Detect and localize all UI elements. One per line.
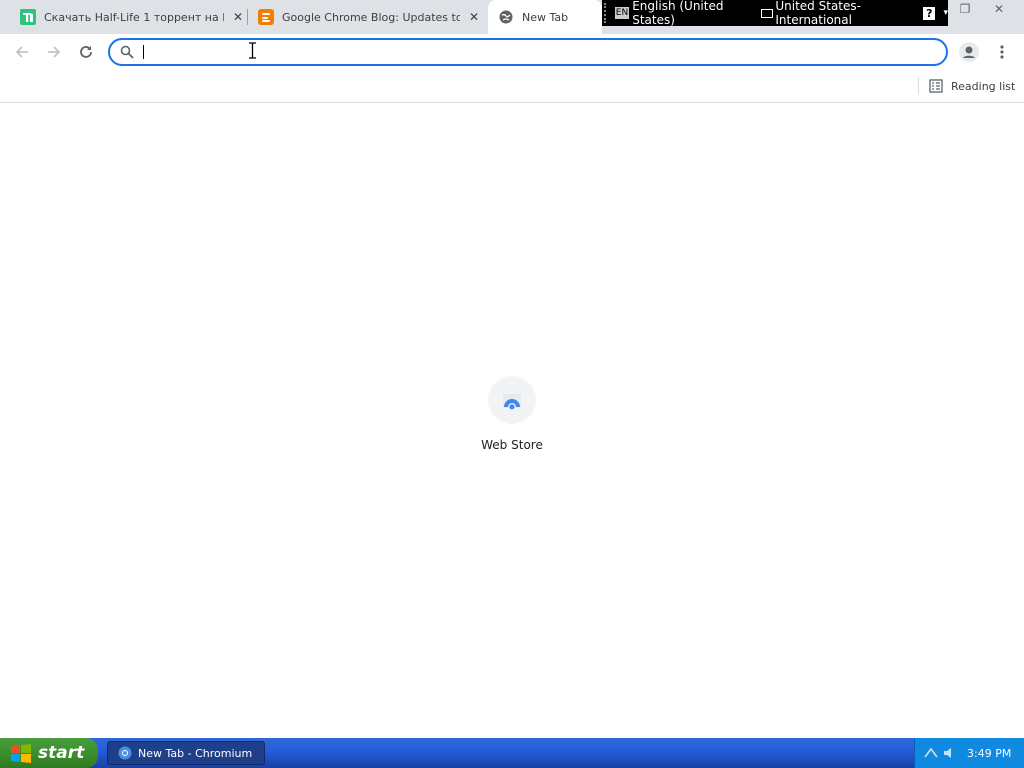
forward-arrow-icon bbox=[48, 46, 61, 58]
system-tray: 3:49 PM bbox=[914, 738, 1024, 768]
reading-list-button[interactable]: Reading list bbox=[918, 76, 1015, 96]
close-tab-icon[interactable]: ✕ bbox=[230, 9, 246, 25]
reading-list-label: Reading list bbox=[951, 79, 1016, 93]
shortcut-icon-circle bbox=[488, 376, 536, 424]
grip-icon bbox=[604, 3, 613, 23]
shortcut-label: Web Store bbox=[481, 438, 543, 452]
start-label: start bbox=[38, 743, 85, 763]
tab-separator bbox=[247, 9, 248, 25]
torrent-favicon-icon: T bbox=[20, 9, 36, 25]
tab-strip: T Скачать Half-Life 1 торрент на ПК ✕ Go… bbox=[0, 0, 1024, 34]
forward-button[interactable] bbox=[40, 38, 68, 66]
omnibox-input[interactable] bbox=[142, 42, 932, 62]
tab-1[interactable]: Google Chrome Blog: Updates to Ch ✕ bbox=[252, 0, 482, 34]
tab-0[interactable]: T Скачать Half-Life 1 торрент на ПК ✕ bbox=[14, 0, 246, 34]
web-store-icon bbox=[503, 394, 521, 410]
help-icon[interactable]: ? bbox=[923, 6, 936, 20]
search-icon bbox=[120, 45, 134, 59]
network-icon[interactable] bbox=[923, 745, 939, 761]
volume-icon[interactable] bbox=[941, 745, 957, 761]
close-window-icon[interactable]: ✕ bbox=[982, 0, 1016, 18]
profile-button[interactable] bbox=[955, 38, 983, 66]
avatar-icon bbox=[959, 42, 979, 62]
text-cursor-icon bbox=[249, 42, 256, 59]
blogger-favicon-icon bbox=[258, 9, 274, 25]
chromium-icon bbox=[118, 746, 132, 760]
kebab-menu-icon bbox=[1000, 45, 1004, 59]
menu-button[interactable] bbox=[988, 38, 1016, 66]
bookmarks-bar: Reading list bbox=[0, 70, 1024, 103]
back-button[interactable] bbox=[8, 38, 36, 66]
language-label[interactable]: English (United States) bbox=[632, 0, 749, 27]
shortcut-tile-web-store[interactable]: Web Store bbox=[471, 376, 553, 452]
language-bar: EN English (United States) United States… bbox=[602, 0, 948, 27]
restore-icon[interactable]: ❐ bbox=[948, 0, 982, 18]
close-tab-icon[interactable]: ✕ bbox=[466, 9, 482, 25]
text-caret bbox=[143, 45, 144, 59]
reading-list-icon bbox=[929, 79, 943, 93]
windows-logo-icon bbox=[11, 744, 31, 763]
taskbar: start New Tab - Chromium 3:49 PM bbox=[0, 738, 1024, 768]
tab-title: New Tab bbox=[522, 10, 569, 24]
task-label: New Tab - Chromium bbox=[138, 746, 253, 760]
reload-button[interactable] bbox=[72, 38, 100, 66]
tab-2[interactable]: New Tab bbox=[488, 0, 602, 34]
tab-title: Скачать Half-Life 1 торрент на ПК bbox=[44, 10, 224, 24]
new-tab-page: Web Store bbox=[0, 104, 1024, 738]
tab-title: Google Chrome Blog: Updates to Ch bbox=[282, 10, 460, 24]
keyboard-icon bbox=[761, 8, 774, 18]
back-arrow-icon bbox=[15, 46, 28, 58]
globe-favicon-icon bbox=[498, 9, 514, 25]
omnibox[interactable] bbox=[108, 38, 948, 66]
start-button[interactable]: start bbox=[0, 738, 98, 768]
keyboard-label[interactable]: United States-International bbox=[775, 0, 913, 27]
clock[interactable]: 3:49 PM bbox=[967, 747, 1011, 760]
taskbar-item-chromium[interactable]: New Tab - Chromium bbox=[107, 741, 265, 765]
lang-code-badge[interactable]: EN bbox=[614, 7, 630, 19]
reload-icon bbox=[80, 46, 92, 58]
divider bbox=[918, 77, 919, 95]
